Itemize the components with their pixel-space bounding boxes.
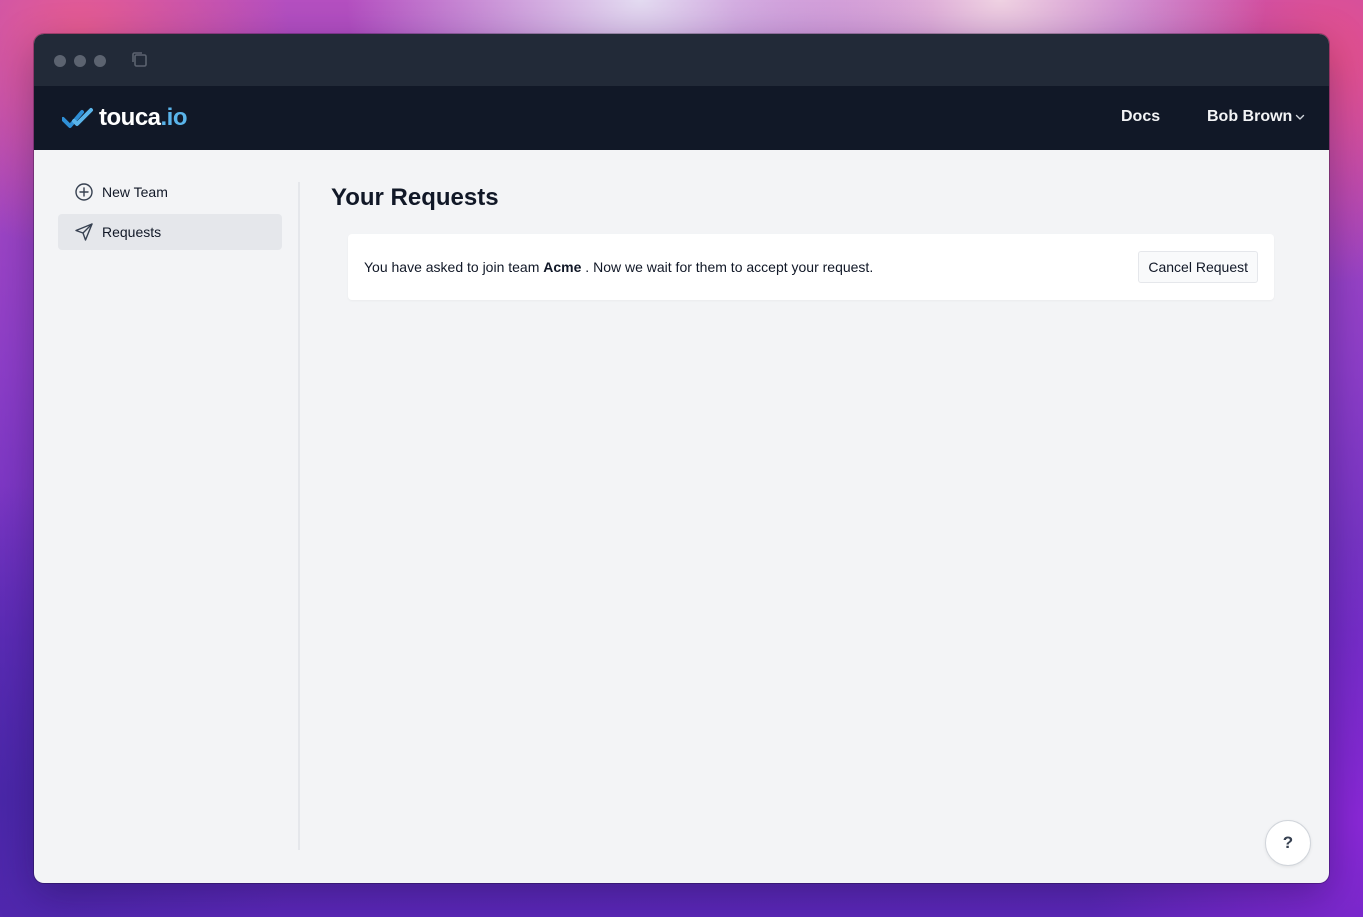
user-menu[interactable]: Bob Brown: [1207, 108, 1306, 126]
paper-plane-icon: [75, 223, 93, 241]
help-button[interactable]: ?: [1265, 820, 1311, 866]
page-title: Your Requests: [331, 184, 499, 211]
sidebar-item-requests[interactable]: Requests: [58, 214, 282, 250]
top-navbar: touca.io Docs Bob Brown: [34, 86, 1329, 150]
double-check-logo-icon: [62, 108, 93, 128]
docs-link[interactable]: Docs: [1121, 108, 1160, 126]
sidebar-item-label: New Team: [102, 184, 168, 200]
sidebar: New Team Requests: [58, 174, 282, 254]
request-message: You have asked to join team Acme . Now w…: [364, 259, 874, 275]
cancel-request-button[interactable]: Cancel Request: [1138, 251, 1258, 283]
sidebar-item-new-team[interactable]: New Team: [58, 174, 282, 210]
window-close-dot[interactable]: [54, 55, 66, 67]
plus-circle-icon: [75, 183, 93, 201]
brand-logo[interactable]: touca.io: [62, 104, 188, 132]
user-name: Bob Brown: [1207, 108, 1293, 125]
team-name: Acme: [543, 259, 582, 275]
sidebar-item-label: Requests: [102, 224, 162, 240]
window-zoom-dot[interactable]: [94, 55, 106, 67]
chevron-down-icon: [1296, 114, 1305, 120]
app-window: touca.io Docs Bob Brown New Team Request…: [34, 34, 1329, 883]
request-card: You have asked to join team Acme . Now w…: [348, 234, 1274, 300]
sidebar-divider: [298, 182, 300, 850]
brand-name: touca.io: [99, 104, 188, 131]
window-titlebar: [34, 34, 1329, 86]
window-minimize-dot[interactable]: [74, 55, 86, 67]
tabs-overview-icon[interactable]: [130, 50, 150, 70]
